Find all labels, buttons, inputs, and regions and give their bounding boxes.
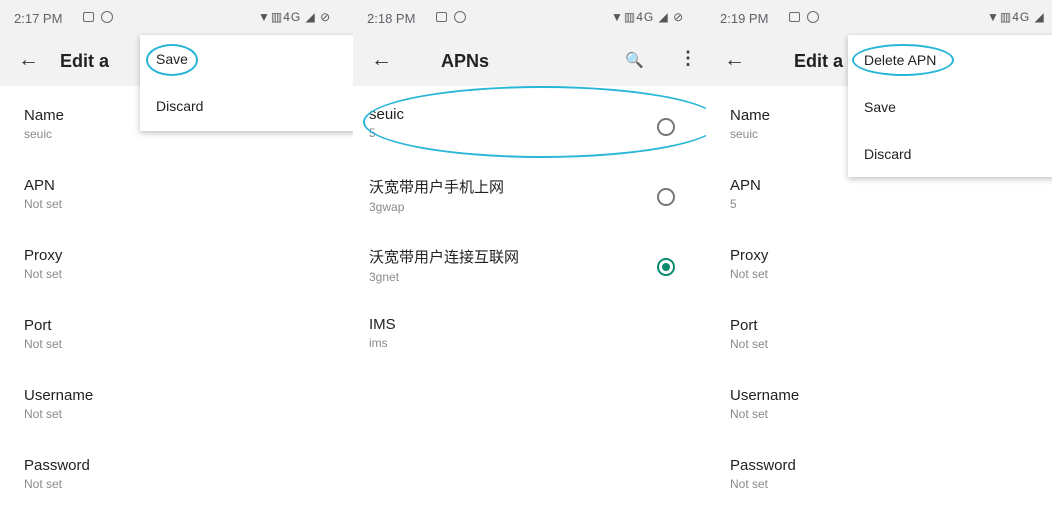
apn-name: 沃宽带用户连接互联网	[369, 249, 520, 266]
system-status-icons: ▼▥4G ◢ ⊘	[258, 10, 332, 24]
field-apn[interactable]: APN Not set	[24, 177, 62, 211]
status-bar: 2:18 PM ▼▥4G ◢ ⊘	[353, 0, 706, 36]
field-name[interactable]: Name seuic	[24, 107, 64, 141]
page-title: Edit a	[794, 51, 844, 71]
field-summary: Not set	[730, 407, 769, 421]
field-port[interactable]: Port Not set	[24, 317, 62, 351]
field-port[interactable]: Port Not set	[730, 317, 768, 351]
menu-item-save[interactable]: Save	[864, 99, 896, 115]
apn-value: ims	[369, 336, 388, 350]
apn-item-ims[interactable]: IMS ims	[369, 316, 699, 372]
screenshot-icon	[83, 12, 94, 22]
highlight-ellipse	[363, 86, 706, 158]
field-summary: seuic	[24, 127, 53, 141]
screenshot-icon	[789, 12, 800, 22]
field-title: APN	[730, 177, 761, 194]
field-summary: Not set	[24, 337, 63, 351]
radio-button-selected[interactable]	[657, 258, 675, 276]
field-name[interactable]: Name seuic	[730, 107, 770, 141]
field-summary: Not set	[24, 197, 63, 211]
field-summary: 5	[730, 197, 737, 211]
apn-value: 3gwap	[369, 200, 405, 214]
apn-name: IMS	[369, 316, 396, 333]
status-bar: 2:19 PM ▼▥4G ◢	[706, 0, 1052, 36]
field-title: Proxy	[24, 247, 63, 264]
menu-item-discard[interactable]: Discard	[156, 98, 203, 114]
field-summary: Not set	[730, 337, 769, 351]
system-status-icons: ▼▥4G ◢	[987, 10, 1045, 24]
app-bar: ← APNs 🔍 ⋮	[353, 36, 706, 86]
notification-icon	[807, 11, 819, 23]
field-password[interactable]: Password Not set	[24, 457, 90, 491]
notification-icon	[101, 11, 113, 23]
back-arrow-icon[interactable]: ←	[371, 48, 392, 72]
field-summary: Not set	[730, 477, 769, 491]
page-title: Edit a	[60, 51, 110, 71]
field-summary: Not set	[24, 267, 63, 281]
radio-button[interactable]	[657, 188, 675, 206]
field-proxy[interactable]: Proxy Not set	[730, 247, 768, 281]
field-title: Password	[730, 457, 796, 474]
apn-name: 沃宽带用户手机上网	[369, 179, 505, 196]
field-proxy[interactable]: Proxy Not set	[24, 247, 62, 281]
apn-item-3gwap[interactable]: 沃宽带用户手机上网 3gwap	[369, 176, 699, 232]
field-summary: Not set	[730, 267, 769, 281]
field-title: Port	[730, 317, 758, 334]
back-arrow-icon[interactable]: ←	[18, 48, 39, 72]
screenshot-icon	[436, 12, 447, 22]
field-title: Password	[24, 457, 90, 474]
field-title: APN	[24, 177, 55, 194]
menu-item-discard[interactable]: Discard	[864, 146, 911, 162]
apns-screen: 2:18 PM ▼▥4G ◢ ⊘ ← APNs 🔍 ⋮ seuic 5 沃宽带用…	[353, 0, 706, 513]
field-title: Username	[24, 387, 94, 404]
highlight-circle	[146, 44, 198, 76]
field-title: Name	[24, 107, 65, 124]
system-status-icons: ▼▥4G ◢ ⊘	[611, 10, 685, 24]
field-summary: seuic	[730, 127, 759, 141]
field-summary: Not set	[24, 477, 63, 491]
field-username[interactable]: Username Not set	[24, 387, 93, 421]
status-time: 2:17 PM	[14, 11, 63, 26]
status-time: 2:18 PM	[367, 11, 416, 26]
back-arrow-icon[interactable]: ←	[724, 48, 745, 72]
search-icon[interactable]: 🔍	[625, 51, 644, 69]
apn-item-3gnet[interactable]: 沃宽带用户连接互联网 3gnet	[369, 246, 699, 302]
page-title: APNs	[441, 51, 490, 71]
field-apn[interactable]: APN 5	[730, 177, 761, 211]
field-title: Username	[730, 387, 800, 404]
field-password[interactable]: Password Not set	[730, 457, 796, 491]
status-bar: 2:17 PM ▼▥4G ◢ ⊘	[0, 0, 353, 36]
notification-icon	[454, 11, 466, 23]
field-title: Name	[730, 107, 771, 124]
edit-apn-screen-2: 2:19 PM ▼▥4G ◢ ← Edit a Name seuic APN 5…	[706, 0, 1052, 513]
field-summary: Not set	[24, 407, 63, 421]
more-options-icon[interactable]: ⋮	[679, 48, 697, 69]
edit-apn-screen-1: 2:17 PM ▼▥4G ◢ ⊘ ← Edit a Name seuic APN…	[0, 0, 353, 513]
field-title: Proxy	[730, 247, 769, 264]
field-username[interactable]: Username Not set	[730, 387, 799, 421]
apn-value: 3gnet	[369, 270, 400, 284]
field-title: Port	[24, 317, 52, 334]
status-time: 2:19 PM	[720, 11, 769, 26]
highlight-circle	[852, 44, 954, 76]
